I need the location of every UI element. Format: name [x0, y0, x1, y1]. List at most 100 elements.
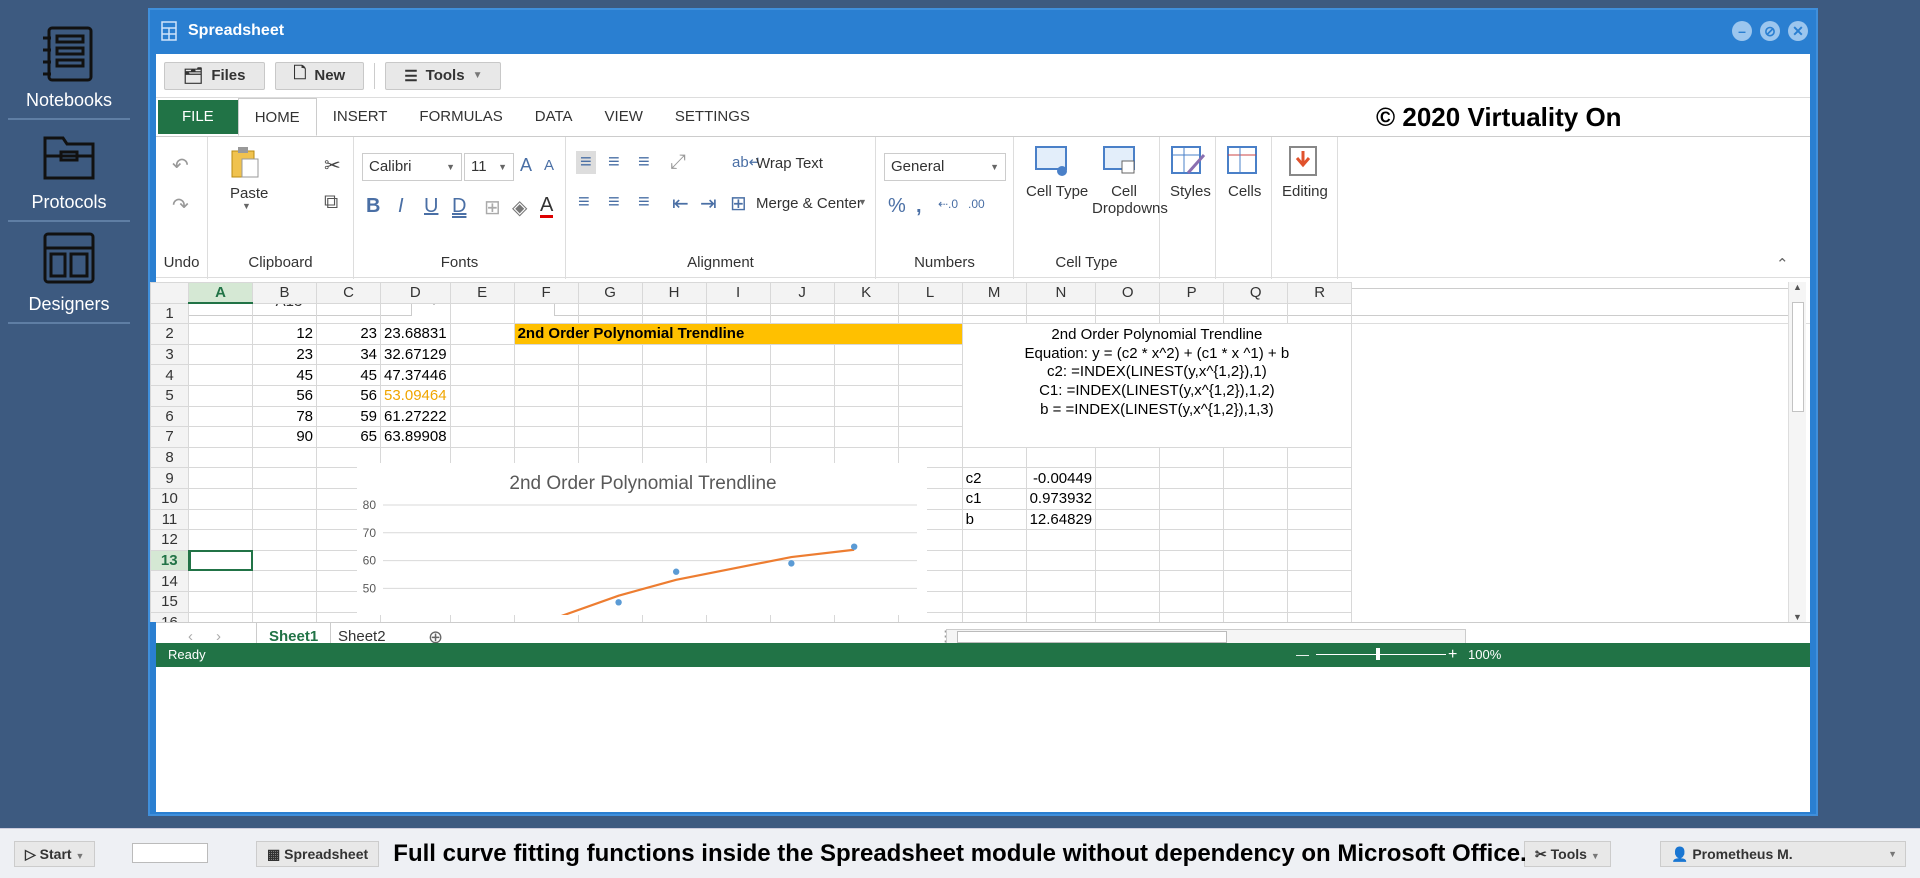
cell[interactable]: [1223, 446, 1289, 469]
cell-type-button[interactable]: Cell Type: [1026, 183, 1088, 200]
cell[interactable]: [641, 405, 707, 428]
row-header[interactable]: 12: [150, 529, 189, 551]
cell[interactable]: [769, 343, 835, 366]
cell[interactable]: [833, 384, 899, 407]
cell[interactable]: [1223, 570, 1289, 592]
cell[interactable]: [769, 302, 835, 325]
cell[interactable]: [961, 611, 1027, 622]
cell-c2[interactable]: 23: [316, 323, 381, 345]
column-header[interactable]: Q: [1223, 282, 1289, 304]
cell[interactable]: [188, 611, 253, 622]
cell[interactable]: [577, 364, 643, 386]
cell[interactable]: [1223, 302, 1289, 325]
merge-center-button[interactable]: Merge & Center: [756, 195, 862, 212]
cell[interactable]: [833, 405, 899, 428]
cell[interactable]: [188, 508, 253, 531]
align-middle-icon[interactable]: ≡: [608, 151, 620, 174]
percent-icon[interactable]: %: [888, 195, 906, 218]
cell[interactable]: [897, 302, 963, 325]
tab-formulas[interactable]: FORMULAS: [403, 98, 518, 136]
coef-value[interactable]: 12.64829: [1025, 508, 1097, 531]
cell[interactable]: [188, 446, 253, 469]
cell[interactable]: [316, 302, 381, 325]
column-header[interactable]: C: [316, 282, 381, 304]
wrap-text-button[interactable]: Wrap Text: [756, 155, 823, 172]
row-header[interactable]: 13: [150, 549, 190, 572]
cells-button[interactable]: Cells: [1228, 183, 1261, 200]
cell-c4[interactable]: 45: [316, 364, 381, 386]
font-name-select[interactable]: Calibri ▼: [362, 153, 462, 181]
font-size-select[interactable]: 11 ▼: [464, 153, 514, 181]
cell[interactable]: [1287, 611, 1353, 622]
column-header[interactable]: F: [513, 282, 579, 304]
cell-c3[interactable]: 34: [316, 343, 381, 366]
cell[interactable]: [1287, 549, 1353, 572]
cell[interactable]: [961, 446, 1027, 469]
decrease-indent-icon[interactable]: ⇤: [672, 191, 689, 216]
scroll-up-icon[interactable]: ▲: [1793, 282, 1802, 292]
cell[interactable]: [641, 426, 707, 448]
cell[interactable]: [188, 570, 253, 592]
tab-view[interactable]: VIEW: [589, 98, 659, 136]
row-header[interactable]: 2: [150, 323, 189, 345]
column-header[interactable]: R: [1287, 282, 1353, 304]
cell[interactable]: [769, 364, 835, 386]
cell[interactable]: [449, 343, 515, 366]
cell-b3[interactable]: 23: [252, 343, 317, 366]
equation-info-cell[interactable]: 2nd Order Polynomial Trendline Equation: …: [961, 323, 1353, 448]
cell[interactable]: [188, 487, 253, 510]
cell-d3[interactable]: 32.67129: [380, 343, 451, 366]
cell-dropdowns-icon[interactable]: [1102, 145, 1138, 177]
cell[interactable]: [1159, 570, 1225, 592]
cell[interactable]: [1025, 446, 1097, 469]
cell[interactable]: [705, 405, 771, 428]
cell[interactable]: [1223, 611, 1289, 622]
data-point[interactable]: [850, 543, 858, 550]
cell[interactable]: [1159, 529, 1225, 551]
align-left-icon[interactable]: ≡: [578, 191, 590, 214]
cell[interactable]: [961, 302, 1027, 325]
cell[interactable]: [252, 446, 317, 469]
align-center-icon[interactable]: ≡: [608, 191, 620, 214]
cell[interactable]: [1025, 529, 1097, 551]
row-header[interactable]: 9: [150, 467, 189, 489]
data-point[interactable]: [672, 568, 680, 575]
cell[interactable]: [513, 343, 579, 366]
data-point[interactable]: [615, 599, 622, 606]
row-header[interactable]: 3: [150, 343, 189, 366]
cell[interactable]: [1287, 487, 1353, 510]
cell[interactable]: [1287, 508, 1353, 531]
cell[interactable]: [449, 302, 515, 325]
cell[interactable]: [1223, 508, 1289, 531]
cell[interactable]: [188, 302, 253, 325]
cell[interactable]: [1159, 467, 1225, 489]
cell[interactable]: [188, 426, 253, 448]
comma-icon[interactable]: ,: [916, 195, 922, 218]
scroll-down-icon[interactable]: ▼: [1793, 612, 1802, 622]
cell[interactable]: [1223, 529, 1289, 551]
row-header[interactable]: 15: [150, 590, 189, 613]
zoom-in-icon[interactable]: +: [1448, 643, 1457, 667]
undo-icon[interactable]: ↶: [172, 153, 189, 178]
cell[interactable]: [1159, 446, 1225, 469]
coef-value[interactable]: 0.973932: [1025, 487, 1097, 510]
row-header[interactable]: 6: [150, 405, 189, 428]
cell[interactable]: [705, 426, 771, 448]
coef-label[interactable]: c1: [961, 487, 1027, 510]
cell[interactable]: [252, 487, 317, 510]
column-header[interactable]: G: [577, 282, 643, 304]
decrease-font-icon[interactable]: A: [544, 157, 554, 174]
column-header[interactable]: I: [705, 282, 771, 304]
zoom-slider-handle[interactable]: [1376, 648, 1380, 660]
row-header[interactable]: 8: [150, 446, 189, 469]
column-header[interactable]: O: [1095, 282, 1161, 304]
cell[interactable]: [188, 343, 253, 366]
cell[interactable]: [1159, 549, 1225, 572]
cell[interactable]: [380, 302, 451, 325]
cell[interactable]: [705, 384, 771, 407]
cell-c5[interactable]: 56: [316, 384, 381, 407]
cell[interactable]: [833, 302, 899, 325]
row-header[interactable]: 1: [150, 302, 189, 325]
paste-icon[interactable]: [228, 145, 262, 179]
cell[interactable]: [1095, 487, 1161, 510]
